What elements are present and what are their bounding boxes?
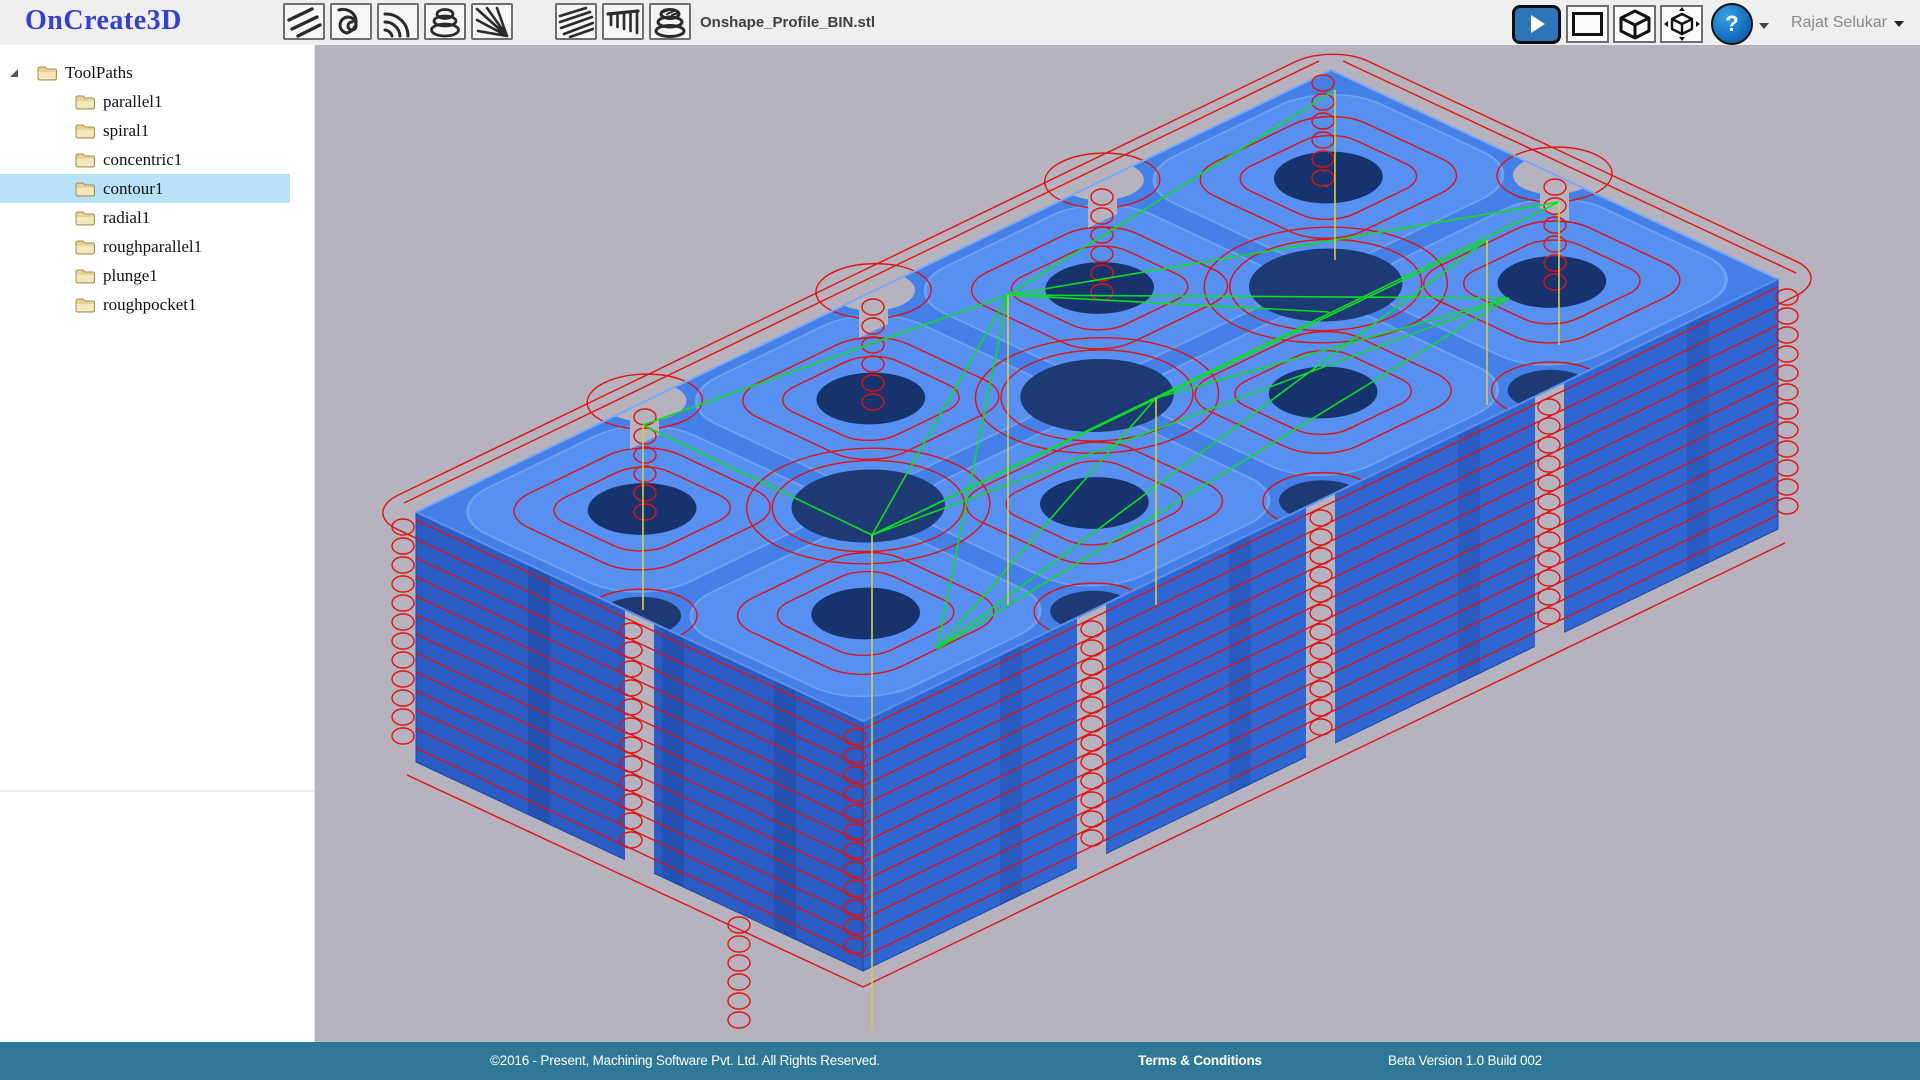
tree-item-label: roughparallel1 xyxy=(103,237,202,257)
tree-root-label: ToolPaths xyxy=(65,63,133,83)
3d-scene xyxy=(315,45,1920,1042)
stock-view-button[interactable] xyxy=(1566,5,1609,43)
user-menu[interactable]: Rajat Selukar xyxy=(1791,0,1904,45)
plunge-button[interactable] xyxy=(602,3,644,40)
plunge-comb-icon xyxy=(605,6,641,38)
stacked-disks-icon xyxy=(652,6,688,38)
footer-bar: ©2016 - Present, Machining Software Pvt.… xyxy=(0,1042,1920,1080)
tree-item-label: concentric1 xyxy=(103,150,182,170)
tree-item-roughparallel1[interactable]: roughparallel1 xyxy=(0,232,290,261)
stacked-contours-icon xyxy=(427,6,463,38)
tree-item-parallel1[interactable]: parallel1 xyxy=(0,87,290,116)
app-logo: OnCreate3D xyxy=(25,5,182,37)
sidebar-divider xyxy=(0,790,314,792)
folder-icon xyxy=(75,123,95,139)
help-label: ? xyxy=(1725,11,1738,37)
dense-parallel-lines-icon xyxy=(558,6,594,38)
folder-icon xyxy=(75,239,95,255)
oncreate3d-app: OnCreate3D xyxy=(0,0,1920,1080)
radial-lines-icon xyxy=(474,6,510,38)
folder-icon xyxy=(37,65,57,81)
iso-view-button[interactable] xyxy=(1613,5,1656,43)
tree-item-label: plunge1 xyxy=(103,266,158,286)
rough-pocket-button[interactable] xyxy=(649,3,691,40)
contour-toolpath-button[interactable] xyxy=(424,3,466,40)
help-button[interactable]: ? xyxy=(1711,3,1753,45)
folder-icon xyxy=(75,297,95,313)
tree-root-toolpaths[interactable]: ToolPaths xyxy=(0,58,290,87)
open-filename: Onshape_Profile_BIN.stl xyxy=(700,0,875,45)
parallel-lines-icon xyxy=(286,6,322,38)
view-toolbar: ? xyxy=(1512,3,1769,45)
parallel-toolpath-button[interactable] xyxy=(283,3,325,40)
radial-toolpath-button[interactable] xyxy=(471,3,513,40)
user-caret-icon xyxy=(1894,21,1904,27)
tree-item-label: radial1 xyxy=(103,208,150,228)
folder-icon xyxy=(75,268,95,284)
toolpath-tree-panel: ToolPaths parallel1 spiral1 concentric1 … xyxy=(0,45,315,1042)
3d-viewport[interactable] xyxy=(315,45,1920,1042)
tree-item-contour1[interactable]: contour1 xyxy=(0,174,290,203)
iso-cube-icon xyxy=(1618,8,1652,40)
folder-icon xyxy=(75,94,95,110)
help-dropdown-caret-icon[interactable] xyxy=(1759,23,1769,29)
tree-item-radial1[interactable]: radial1 xyxy=(0,203,290,232)
simulate-play-button[interactable] xyxy=(1512,5,1561,44)
header-bar: OnCreate3D xyxy=(0,0,1920,45)
user-name: Rajat Selukar xyxy=(1791,14,1887,32)
folder-icon xyxy=(75,181,95,197)
folder-icon xyxy=(75,210,95,226)
tree-item-concentric1[interactable]: concentric1 xyxy=(0,145,290,174)
concentric-toolpath-button[interactable] xyxy=(377,3,419,40)
tree-item-plunge1[interactable]: plunge1 xyxy=(0,261,290,290)
concentric-arcs-icon xyxy=(380,6,416,38)
tree-item-roughpocket1[interactable]: roughpocket1 xyxy=(0,290,290,319)
toolpath-toolbar xyxy=(283,3,513,40)
spiral-toolpath-button[interactable] xyxy=(330,3,372,40)
spiral-icon xyxy=(333,6,369,38)
version-text: Beta Version 1.0 Build 002 xyxy=(1388,1042,1542,1080)
fit-view-cube-icon xyxy=(1664,7,1700,41)
play-icon xyxy=(1531,15,1545,33)
stock-outline-icon xyxy=(1572,12,1603,36)
terms-link[interactable]: Terms & Conditions xyxy=(1138,1042,1262,1080)
copyright-text: ©2016 - Present, Machining Software Pvt.… xyxy=(490,1042,880,1080)
expander-icon[interactable] xyxy=(10,69,18,77)
tree-item-spiral1[interactable]: spiral1 xyxy=(0,116,290,145)
toolpath-tree: ToolPaths parallel1 spiral1 concentric1 … xyxy=(0,45,314,319)
folder-icon xyxy=(75,152,95,168)
rough-parallel-button[interactable] xyxy=(555,3,597,40)
fit-view-button[interactable] xyxy=(1660,5,1703,43)
tree-item-label: roughpocket1 xyxy=(103,295,196,315)
tree-item-label: spiral1 xyxy=(103,121,149,141)
tree-item-label: contour1 xyxy=(103,179,163,199)
rough-toolbar xyxy=(555,3,691,40)
tree-item-label: parallel1 xyxy=(103,92,162,112)
